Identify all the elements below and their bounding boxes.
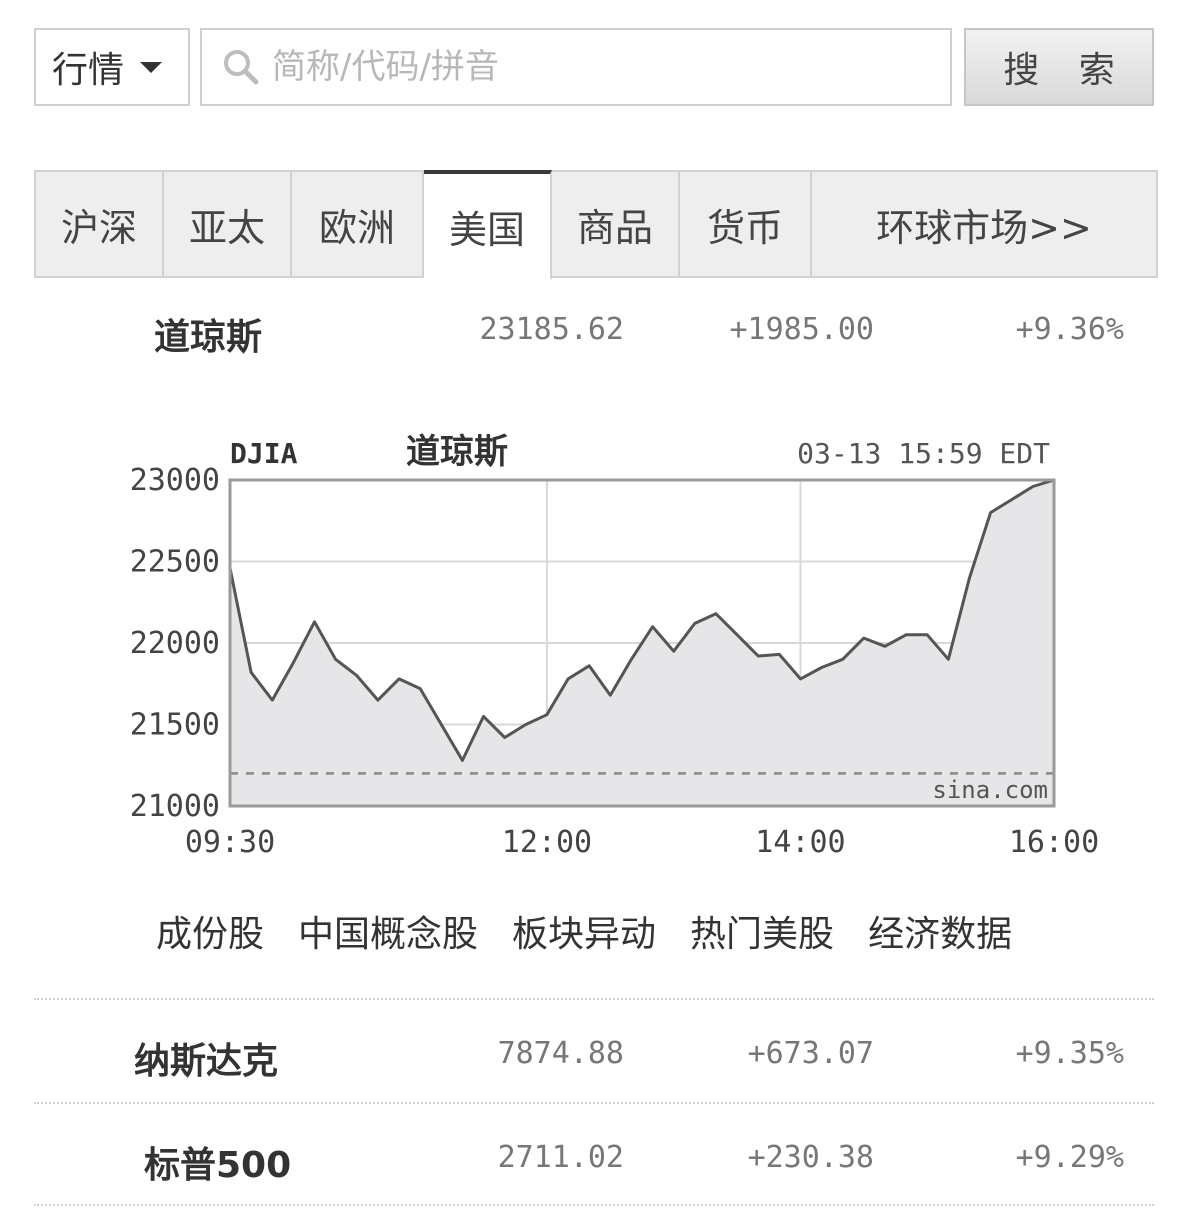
index-chart[interactable]: DJIA 道琼斯 03-13 15:59 EDT 23000 22500 22000… bbox=[110, 420, 1100, 870]
index-change: +1985.00 bbox=[729, 312, 875, 347]
y-tick-label: 22500 bbox=[130, 545, 220, 580]
subnav-economic-data[interactable]: 经济数据 bbox=[868, 905, 1012, 957]
subnav-components[interactable]: 成份股 bbox=[156, 905, 264, 957]
chart-timestamp: 03-13 15:59 EDT bbox=[797, 437, 1050, 470]
y-tick-label: 21000 bbox=[130, 789, 220, 824]
x-tick-label: 16:00 bbox=[1009, 825, 1099, 860]
market-type-select[interactable]: 行情 bbox=[34, 28, 190, 106]
divider bbox=[34, 1102, 1154, 1104]
index-price: 7874.88 bbox=[497, 1036, 624, 1071]
tab-commodities[interactable]: 商品 bbox=[552, 172, 680, 278]
chart-watermark: sina.com bbox=[932, 776, 1048, 804]
index-change-pct: +9.36% bbox=[1015, 312, 1124, 347]
search-input[interactable] bbox=[272, 47, 932, 87]
index-change: +673.07 bbox=[747, 1036, 874, 1071]
intraday-chart-svg: DJIA 道琼斯 03-13 15:59 EDT 23000 22500 22000… bbox=[130, 432, 1099, 860]
tab-europe[interactable]: 欧洲 bbox=[292, 172, 424, 278]
divider bbox=[34, 998, 1154, 1000]
subnav-hot-us-stocks[interactable]: 热门美股 bbox=[690, 905, 834, 957]
tab-hushen[interactable]: 沪深 bbox=[36, 172, 164, 278]
y-tick-label: 23000 bbox=[130, 463, 220, 498]
chart-title: 道琼斯 bbox=[406, 432, 508, 472]
y-tick-label: 21500 bbox=[130, 708, 220, 743]
index-row-sp500[interactable]: 标普500 2711.02 +230.38 +9.29% bbox=[34, 1118, 1154, 1198]
us-market-subnav: 成份股 中国概念股 板块异动 热门美股 经济数据 bbox=[156, 905, 1012, 957]
market-type-label: 行情 bbox=[52, 50, 125, 91]
search-box bbox=[200, 28, 952, 106]
y-tick-label: 22000 bbox=[130, 626, 220, 661]
index-name: 纳斯达克 bbox=[134, 1041, 279, 1082]
search-bar: 行情 搜 索 bbox=[34, 28, 1154, 108]
index-name: 标普500 bbox=[144, 1145, 292, 1186]
index-change: +230.38 bbox=[747, 1140, 874, 1175]
x-tick-label: 14:00 bbox=[755, 825, 845, 860]
tab-us[interactable]: 美国 bbox=[424, 170, 552, 280]
index-price: 2711.02 bbox=[497, 1140, 624, 1175]
market-tabs: 沪深 亚太 欧洲 美国 商品 货币 环球市场>> bbox=[34, 170, 1158, 280]
subnav-china-concept-stocks[interactable]: 中国概念股 bbox=[298, 905, 478, 957]
index-change-pct: +9.29% bbox=[1015, 1140, 1124, 1175]
x-tick-label: 12:00 bbox=[502, 825, 592, 860]
index-row-dow[interactable]: 道琼斯 23185.62 +1985.00 +9.36% bbox=[34, 290, 1154, 370]
search-icon bbox=[224, 50, 259, 85]
divider bbox=[34, 1204, 1154, 1206]
index-row-nasdaq[interactable]: 纳斯达克 7874.88 +673.07 +9.35% bbox=[34, 1014, 1154, 1094]
tab-global-markets[interactable]: 环球市场>> bbox=[812, 172, 1156, 278]
search-button[interactable]: 搜 索 bbox=[964, 28, 1154, 106]
tab-asia-pacific[interactable]: 亚太 bbox=[164, 172, 292, 278]
chevron-down-icon bbox=[140, 61, 163, 73]
index-price: 23185.62 bbox=[479, 312, 625, 347]
index-name: 道琼斯 bbox=[154, 317, 263, 358]
tab-currency[interactable]: 货币 bbox=[680, 172, 812, 278]
x-tick-label: 09:30 bbox=[185, 825, 275, 860]
index-change-pct: +9.35% bbox=[1015, 1036, 1124, 1071]
chart-symbol: DJIA bbox=[230, 437, 298, 470]
subnav-sector-movers[interactable]: 板块异动 bbox=[512, 905, 656, 957]
